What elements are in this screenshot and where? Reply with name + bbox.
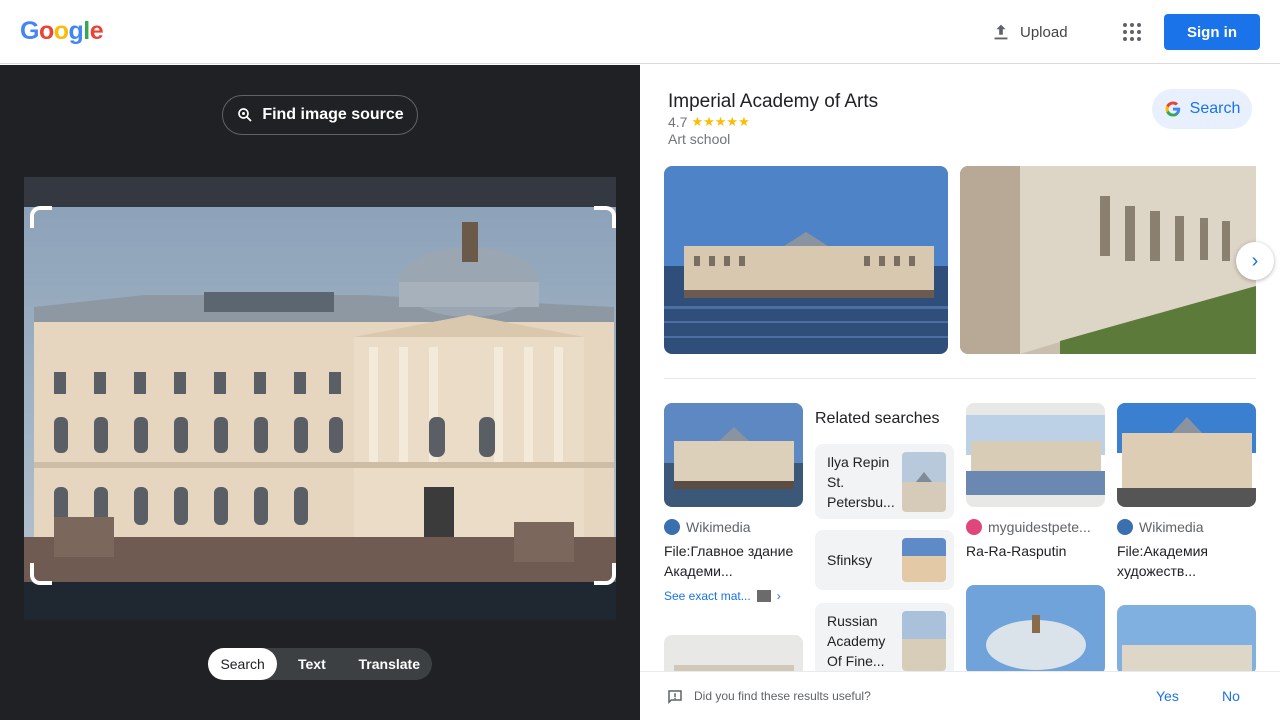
result-caption[interactable]: Ra-Ra-Rasputin: [966, 541, 1101, 561]
feedback-no-button[interactable]: No: [1222, 688, 1240, 704]
chevron-right-icon[interactable]: ›: [1236, 242, 1274, 280]
google-search-label: Search: [1189, 100, 1241, 117]
google-logo[interactable]: Google: [20, 17, 104, 46]
result-thumbnail[interactable]: [1117, 403, 1256, 507]
related-search-label: Ilya Repin St. Petersbu...: [827, 453, 895, 510]
result-thumbnail[interactable]: [1117, 605, 1256, 675]
mode-search-tab[interactable]: Search: [208, 648, 278, 680]
related-thumbnail: [902, 451, 946, 512]
see-exact-matches-link[interactable]: See exact mat... ›: [664, 589, 803, 603]
source-label: myguidestpete...: [988, 519, 1091, 535]
upload-icon: [994, 24, 1008, 40]
results-panel: Imperial Academy of Arts 4.7 ★★★★★ Art s…: [640, 65, 1280, 720]
find-image-source-button[interactable]: Find image source: [222, 95, 418, 135]
mode-text-tab[interactable]: Text: [277, 648, 346, 680]
hero-image-2[interactable]: [960, 166, 1256, 354]
source-label: Wikimedia: [1139, 519, 1204, 535]
query-image[interactable]: [24, 177, 616, 620]
result-card[interactable]: [966, 585, 1105, 675]
academy-building-image: [24, 177, 616, 620]
crop-corner-bottom-right[interactable]: [594, 563, 616, 585]
result-card[interactable]: myguidestpete... Ra-Ra-Rasputin: [966, 403, 1105, 561]
exact-label: See exact mat...: [664, 589, 751, 603]
rating-value: 4.7: [668, 114, 688, 130]
related-thumbnail: [902, 538, 946, 582]
feedback-question: Did you find these results useful?: [694, 689, 871, 703]
wikimedia-icon: [1117, 519, 1133, 535]
star-rating-icon: ★★★★★: [691, 114, 750, 129]
divider: [664, 378, 1256, 379]
thumbnail-icon: [756, 590, 771, 602]
find-image-source-label: Find image source: [262, 106, 404, 123]
hero-image-1[interactable]: [664, 166, 948, 354]
result-caption[interactable]: File:Главное здание Академи...: [664, 541, 799, 581]
feedback-yes-button[interactable]: Yes: [1156, 688, 1179, 704]
result-source[interactable]: Wikimedia: [1117, 519, 1256, 535]
chevron-right-icon: ›: [776, 589, 781, 603]
related-search-item[interactable]: Russian Academy Of Fine...: [815, 603, 954, 678]
logo-letter: o: [38, 17, 54, 45]
related-searches-heading: Related searches: [815, 410, 940, 427]
mode-translate-tab[interactable]: Translate: [347, 648, 432, 680]
mode-switcher: Search Text Translate: [208, 648, 432, 680]
top-bar: Google Upload Sign in: [0, 0, 1280, 64]
google-g-icon: [1165, 101, 1180, 117]
related-search-item[interactable]: Ilya Repin St. Petersbu...: [815, 444, 954, 519]
crop-corner-top-right[interactable]: [594, 206, 616, 228]
result-card[interactable]: Wikimedia File:Академия художеств...: [1117, 403, 1256, 581]
result-caption[interactable]: File:Академия художеств...: [1117, 541, 1252, 581]
upload-label: Upload: [1020, 23, 1068, 41]
upload-button[interactable]: Upload: [990, 20, 1068, 44]
wikimedia-icon: [664, 519, 680, 535]
lens-search-icon: [238, 108, 252, 122]
google-search-button[interactable]: Search: [1152, 89, 1252, 129]
result-thumbnail[interactable]: [966, 585, 1105, 675]
kp-subtitle: Art school: [668, 131, 731, 147]
source-label: Wikimedia: [686, 519, 751, 535]
crop-corner-top-left[interactable]: [30, 206, 52, 228]
feedback-icon: [668, 690, 682, 705]
logo-letter: e: [89, 17, 104, 45]
logo-letter: G: [20, 17, 39, 45]
image-preview-panel: Find image source Search Text Translate: [0, 65, 640, 720]
kp-rating: 4.7 ★★★★★: [668, 114, 750, 130]
result-card[interactable]: [1117, 605, 1256, 675]
apps-grid-icon[interactable]: [1120, 20, 1144, 44]
result-card[interactable]: Wikimedia File:Главное здание Академи...…: [664, 403, 803, 603]
related-search-label: Russian Academy Of Fine...: [827, 612, 886, 669]
logo-letter: o: [53, 17, 69, 45]
myguide-icon: [966, 519, 982, 535]
result-source[interactable]: myguidestpete...: [966, 519, 1105, 535]
related-thumbnail: [902, 610, 946, 671]
related-search-item[interactable]: Sfinksy: [815, 530, 954, 590]
logo-letter: g: [68, 17, 84, 45]
feedback-bar: Did you find these results useful? Yes N…: [640, 671, 1280, 720]
result-source[interactable]: Wikimedia: [664, 519, 803, 535]
kp-title[interactable]: Imperial Academy of Arts: [668, 91, 878, 113]
result-thumbnail[interactable]: [966, 403, 1105, 507]
result-thumbnail[interactable]: [664, 403, 803, 507]
sign-in-button[interactable]: Sign in: [1164, 14, 1260, 50]
crop-corner-bottom-left[interactable]: [30, 563, 52, 585]
related-search-label: Sfinksy: [827, 552, 873, 568]
